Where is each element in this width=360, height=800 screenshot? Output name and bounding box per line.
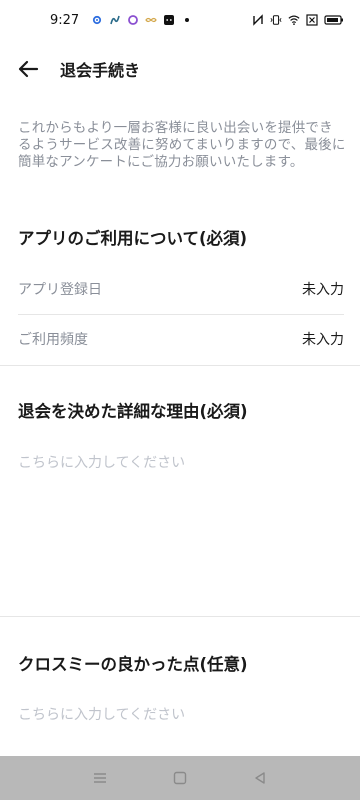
registration-date-label: アプリ登録日: [18, 282, 102, 298]
intro-text: これからもより一層お客様に良い出会いを提供できるようサービス改善に努めてまいりま…: [18, 120, 346, 170]
vibrate-icon: [270, 14, 282, 26]
status-time: 9:27: [50, 12, 80, 28]
section-title-usage: アプリのご利用について(必須): [18, 229, 248, 248]
usage-frequency-row[interactable]: ご利用頻度 未入力: [18, 314, 344, 364]
menu-icon: [94, 773, 106, 783]
arrow-left-icon: [18, 60, 39, 78]
usage-frequency-value: 未入力: [302, 332, 344, 348]
system-nav-bar: [0, 756, 360, 800]
usage-frequency-label: ご利用頻度: [18, 332, 88, 348]
good-points-input[interactable]: [18, 704, 344, 744]
nfc-icon: [252, 14, 264, 26]
section-title-good-points: クロスミーの良かった点(任意): [18, 655, 248, 674]
app-bar: 退会手続き: [0, 44, 360, 94]
gear-icon: [91, 14, 103, 26]
section-divider: [0, 365, 360, 366]
back-button[interactable]: [0, 44, 56, 94]
home-button[interactable]: [160, 758, 200, 798]
menu-button[interactable]: [80, 758, 120, 798]
registration-date-value: 未入力: [302, 282, 344, 298]
section-title-reason: 退会を決めた詳細な理由(必須): [18, 402, 248, 421]
cat-app-icon: [163, 14, 175, 26]
status-left: 9:27: [50, 13, 193, 28]
reason-input[interactable]: [18, 452, 344, 602]
x-box-icon: [306, 14, 318, 26]
dot-icon: [181, 14, 193, 26]
status-bar: 9:27: [0, 0, 360, 40]
section-divider: [0, 616, 360, 617]
back-nav-button[interactable]: [240, 758, 280, 798]
wifi-icon: [288, 14, 300, 26]
battery-icon: [324, 14, 344, 26]
home-square-icon: [173, 771, 187, 785]
registration-date-row[interactable]: アプリ登録日 未入力: [18, 264, 344, 314]
status-right: [252, 14, 344, 26]
infinity-icon: [145, 14, 157, 26]
page-title: 退会手続き: [60, 61, 141, 80]
circle-ring-icon: [127, 14, 139, 26]
swirl-icon: [109, 14, 121, 26]
back-triangle-icon: [255, 772, 265, 784]
